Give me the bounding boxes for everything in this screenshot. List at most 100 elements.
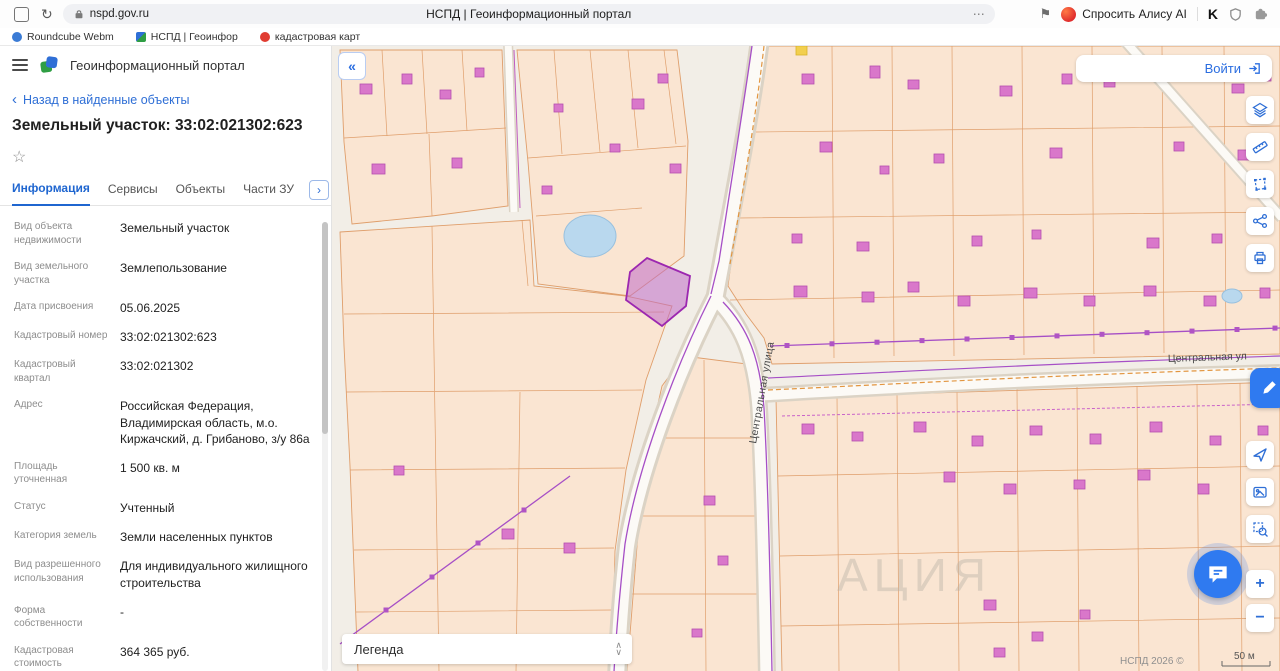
alice-icon <box>1061 6 1077 22</box>
basemap-button[interactable] <box>1246 478 1274 506</box>
tab-parts[interactable]: Части ЗУ <box>243 182 294 205</box>
tabs-next-button[interactable]: › <box>309 180 329 200</box>
cadastral-map[interactable]: Центральная улица Центральная ул АЦИЯ НС… <box>332 46 1280 671</box>
field-value: Российская Федерация, Владимирская облас… <box>120 399 310 446</box>
zoom-in-button[interactable]: + <box>1246 570 1274 598</box>
layers-button[interactable] <box>1246 96 1274 124</box>
pencil-icon <box>1263 381 1276 394</box>
alice-button[interactable]: Спросить Алису AI <box>1061 6 1187 22</box>
field-value: 33:02:021302 <box>120 359 194 374</box>
legend-collapse-icon[interactable]: ∧ ∨ <box>615 641 622 657</box>
page-title: НСПД | Геоинформационный портал <box>426 7 632 21</box>
field-label: Кадастровый квартал <box>14 359 76 384</box>
support-chat-button[interactable] <box>1194 550 1242 598</box>
field-row: Статус Учтенный <box>0 500 331 516</box>
login-bar[interactable]: Войти <box>1076 55 1272 82</box>
back-chevron-icon: ‹ <box>12 91 17 108</box>
login-arrow-icon <box>1249 63 1260 74</box>
back-link-label: Назад в найденные объекты <box>23 92 190 107</box>
field-value: 1 500 кв. м <box>120 460 180 475</box>
kaspersky-extension-icon[interactable]: K <box>1208 6 1218 22</box>
field-value: Земли населенных пунктов <box>120 530 273 545</box>
roundcube-favicon <box>12 31 22 42</box>
nspd-logo <box>40 56 58 73</box>
field-value: 33:02:021302:623 <box>120 330 217 345</box>
address-bar[interactable]: nspd.gov.ru НСПД | Геоинформационный пор… <box>62 4 995 24</box>
locate-button[interactable] <box>1246 441 1274 469</box>
field-label: Статус <box>14 500 46 512</box>
browser-window: ↻ nspd.gov.ru НСПД | Геоинформационный п… <box>0 0 1280 671</box>
zoom-controls: + − <box>1246 570 1274 632</box>
field-row: Категория земель Земли населенных пунктов <box>0 529 331 545</box>
field-row: Площадь уточненная 1 500 кв. м <box>0 460 331 487</box>
field-value: 05.06.2025 <box>120 301 181 315</box>
extensions-puzzle-icon[interactable] <box>1253 7 1268 22</box>
field-label: Дата присвоения <box>14 301 94 312</box>
field-label: Вид разрешенного использования <box>14 559 101 584</box>
menu-icon[interactable] <box>12 59 28 71</box>
field-value: 364 365 руб. <box>120 644 190 659</box>
field-row: Вид объекта недвижимости Земельный участо… <box>0 220 331 247</box>
field-row: Кадастровая стоимость 364 365 руб. <box>0 644 331 671</box>
bookmark-nspd[interactable]: НСПД | Геоинфор <box>135 31 238 43</box>
ruler-button[interactable] <box>1246 133 1274 161</box>
image-icon <box>1253 486 1267 498</box>
print-button[interactable] <box>1246 244 1274 272</box>
field-label: Площадь уточненная <box>14 460 68 486</box>
ruler-icon <box>1252 141 1268 154</box>
panel-collapse-button[interactable]: « <box>338 52 366 80</box>
field-row: Кадастровый номер 33:02:021302:623 <box>0 329 331 345</box>
tab-bar: Информация Сервисы Объекты Части ЗУ Сост… <box>0 169 331 206</box>
field-label: Адрес <box>14 399 43 411</box>
panel-header: Геоинформационный портал <box>0 46 331 84</box>
bookmark-flag-icon[interactable]: ⚑ <box>1040 6 1052 22</box>
tab-information[interactable]: Информация <box>12 181 90 206</box>
field-value: Земельный участок <box>120 221 230 235</box>
zoom-area-button[interactable] <box>1246 515 1274 543</box>
map-attribution: НСПД 2026 © <box>1120 656 1184 667</box>
feedback-button[interactable] <box>1250 368 1280 408</box>
share-button[interactable] <box>1246 207 1274 235</box>
field-value: - <box>120 604 124 619</box>
divider <box>1196 7 1198 21</box>
bookmark-roundcube[interactable]: Roundcube Webm <box>12 31 114 43</box>
field-row: Дата присвоения 05.06.2025 <box>0 300 331 316</box>
map-tools-top <box>1246 96 1274 272</box>
legend-bar[interactable]: Легенда ∧ ∨ <box>342 634 632 664</box>
alice-label: Спросить Алису AI <box>1082 7 1187 21</box>
field-row: Адрес Российская Федерация, Владимирская … <box>0 398 331 447</box>
browser-toolbar: ↻ nspd.gov.ru НСПД | Геоинформационный п… <box>0 0 1280 29</box>
field-label: Вид объекта недвижимости <box>14 221 82 246</box>
favorite-star-icon[interactable]: ☆ <box>12 149 26 166</box>
field-label: Вид земельного участка <box>14 261 89 286</box>
address-more-icon[interactable]: ⋯ <box>973 7 985 21</box>
tab-services[interactable]: Сервисы <box>108 182 158 205</box>
locate-icon <box>1253 448 1267 462</box>
field-row: Вид земельного участка Землепользование <box>0 260 331 287</box>
nspd-favicon <box>135 31 146 42</box>
chat-icon <box>1209 566 1227 583</box>
back-link[interactable]: ‹ Назад в найденные объекты <box>0 84 331 109</box>
field-label: Кадастровая стоимость <box>14 644 74 670</box>
refresh-icon[interactable]: ↻ <box>41 7 53 21</box>
shield-extension-icon[interactable] <box>1228 7 1243 22</box>
print-icon <box>1254 251 1266 265</box>
legend-label: Легенда <box>354 641 404 657</box>
tab-objects[interactable]: Объекты <box>176 182 226 205</box>
sidebar-scrollbar-thumb[interactable] <box>322 222 328 434</box>
field-row: Кадастровый квартал 33:02:021302 <box>0 358 331 385</box>
poi-marker <box>795 46 808 56</box>
measure-area-button[interactable] <box>1246 170 1274 198</box>
zoom-out-button[interactable]: − <box>1246 604 1274 632</box>
small-pond <box>1221 288 1243 304</box>
scale-label: 50 м <box>1234 651 1255 662</box>
browser-app-icon[interactable] <box>14 6 29 22</box>
map-tools-bottom <box>1246 441 1274 543</box>
field-row: Вид разрешенного использования Для индиви… <box>0 558 331 590</box>
info-panel: Геоинформационный портал ‹ Назад в найде… <box>0 46 332 671</box>
bookmark-cadastre[interactable]: кадастровая карт <box>259 31 360 43</box>
field-label: Кадастровый номер <box>14 330 108 342</box>
map-watermark: АЦИЯ <box>837 549 992 601</box>
attributes-list: Вид объекта недвижимости Земельный участо… <box>0 206 331 671</box>
field-label: Категория земель <box>14 530 97 542</box>
